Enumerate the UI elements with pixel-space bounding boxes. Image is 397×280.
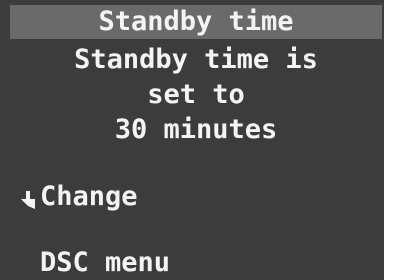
message-line-1: Standby time is	[74, 44, 318, 75]
select-cursor-icon	[18, 186, 38, 209]
dsc-menu-item[interactable]: DSC menu	[40, 246, 170, 280]
status-message: Standby time is set to 30 minutes	[10, 42, 382, 147]
message-line-3: 30 minutes	[114, 114, 278, 145]
screen-title: Standby time	[10, 5, 382, 39]
change-menu-item[interactable]: Change	[18, 180, 138, 214]
change-label: Change	[40, 181, 138, 212]
message-line-2: set to	[147, 79, 245, 110]
device-screen: Standby time Standby time is set to 30 m…	[0, 0, 384, 280]
